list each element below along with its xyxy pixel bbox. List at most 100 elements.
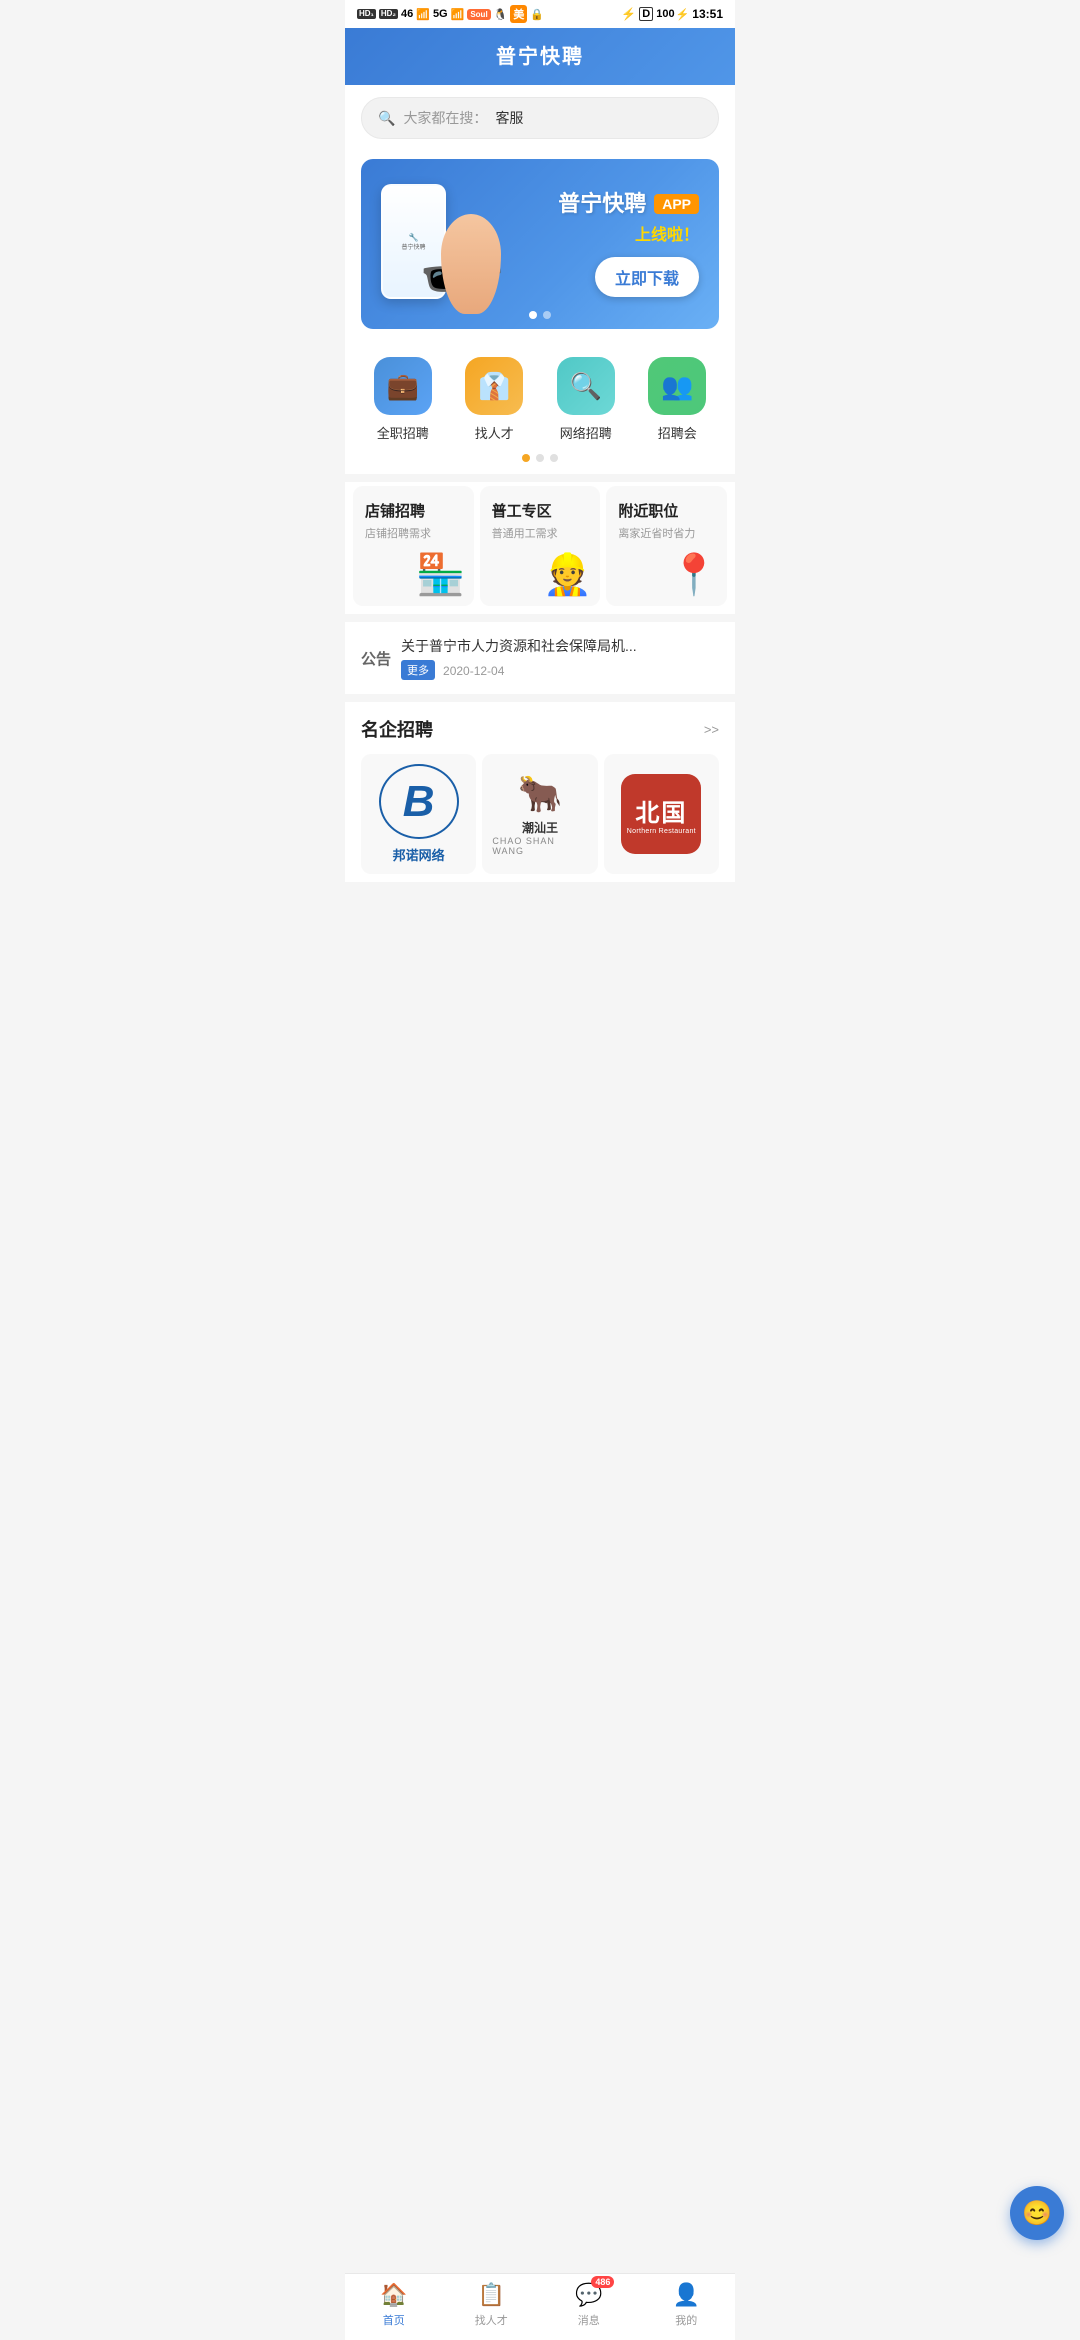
profile-icon: 👤 bbox=[673, 2282, 700, 2308]
chaoshanwang-pinyin: CHAO SHAN WANG bbox=[492, 836, 587, 856]
search-icon: 🔍 bbox=[378, 110, 395, 127]
floating-chat-button[interactable]: 😊 bbox=[1010, 2186, 1064, 2240]
worker-icon: 👷 bbox=[543, 551, 593, 598]
fair-icon: 👥 bbox=[648, 357, 706, 415]
banner[interactable]: 🔧 普宁快聘 🕶️ 普宁快聘 APP 上线啦！ 立即下载 bbox=[361, 159, 719, 329]
message-label: 消息 bbox=[578, 2312, 600, 2328]
subcategory-grid: 店铺招聘 店铺招聘需求 🏪 普工专区 普通用工需求 👷 附近职位 离家近省时省力… bbox=[353, 486, 727, 606]
category-fair[interactable]: 👥 招聘会 bbox=[636, 357, 720, 442]
notice-more-tag[interactable]: 更多 bbox=[401, 660, 435, 680]
subcategory-section: 店铺招聘 店铺招聘需求 🏪 普工专区 普通用工需求 👷 附近职位 离家近省时省力… bbox=[345, 482, 735, 614]
subcategory-worker[interactable]: 普工专区 普通用工需求 👷 bbox=[480, 486, 601, 606]
category-online[interactable]: 🔍 网络招聘 bbox=[544, 357, 628, 442]
subcategory-shop[interactable]: 店铺招聘 店铺招聘需求 🏪 bbox=[353, 486, 474, 606]
companies-title: 名企招聘 bbox=[361, 716, 433, 742]
talent-label: 找人才 bbox=[475, 423, 514, 442]
shop-icon: 🏪 bbox=[416, 551, 466, 598]
bull-emoji: 🐂 bbox=[518, 773, 563, 815]
profile-label: 我的 bbox=[675, 2312, 697, 2328]
battery-indicator: 100 ⚡ bbox=[656, 8, 689, 21]
online-icon: 🔍 bbox=[557, 357, 615, 415]
home-label: 首页 bbox=[383, 2312, 405, 2328]
status-bar: HD₁ HD₂ 46 📶 5G 📶 Soul 🐧 美 🔒 ⚡ D 100 ⚡ 1… bbox=[345, 0, 735, 28]
online-label: 网络招聘 bbox=[560, 423, 612, 442]
banner-dot-2[interactable] bbox=[543, 311, 551, 319]
bottom-navigation: 🏠 首页 📋 找人才 💬 486 消息 👤 我的 bbox=[345, 2273, 735, 2340]
chat-icon: 😊 bbox=[1022, 2199, 1052, 2228]
nfc-icon: D bbox=[639, 7, 653, 21]
beauty-icon: 美 bbox=[510, 5, 527, 23]
clock: 13:51 bbox=[692, 7, 723, 21]
app-title: 普宁快聘 bbox=[361, 40, 719, 69]
north-cn-text: 北国 bbox=[635, 793, 687, 828]
search-keyword: 客服 bbox=[495, 108, 523, 128]
company-chaoshanwang[interactable]: 🐂 潮汕王 CHAO SHAN WANG bbox=[482, 754, 597, 874]
notice-text: 关于普宁市人力资源和社会保障局机... bbox=[401, 636, 719, 656]
category-grid: 💼 全职招聘 👔 找人才 🔍 网络招聘 👥 招聘会 bbox=[361, 357, 719, 442]
nav-message[interactable]: 💬 486 消息 bbox=[559, 2282, 619, 2328]
group-icon: 👥 bbox=[661, 371, 693, 402]
nearby-title: 附近职位 bbox=[618, 500, 678, 521]
north-en-text: Northern Restaurant bbox=[627, 828, 696, 835]
shop-title: 店铺招聘 bbox=[365, 500, 425, 521]
banner-subtitle: 上线啦！ bbox=[521, 221, 699, 245]
search-bar[interactable]: 🔍 大家都在搜： 客服 bbox=[361, 97, 719, 139]
talent-nav-label: 找人才 bbox=[475, 2312, 508, 2328]
bangno-name: 邦诺网络 bbox=[393, 845, 445, 864]
magnify-icon: 🔍 bbox=[570, 371, 602, 402]
battery-symbol: ⚡ bbox=[676, 8, 690, 21]
banner-download-button[interactable]: 立即下载 bbox=[595, 257, 699, 297]
companies-more-btn[interactable]: >> bbox=[704, 722, 719, 737]
message-badge: 486 bbox=[591, 2276, 614, 2288]
cat-dot-2[interactable] bbox=[536, 454, 544, 462]
banner-dot-1[interactable] bbox=[529, 311, 537, 319]
fair-label: 招聘会 bbox=[658, 423, 697, 442]
banner-left: 🔧 普宁快聘 🕶️ bbox=[381, 174, 501, 314]
app-header: 普宁快聘 bbox=[345, 28, 735, 85]
companies-header: 名企招聘 >> bbox=[361, 716, 719, 742]
battery-level: 100 bbox=[656, 8, 674, 20]
nav-profile[interactable]: 👤 我的 bbox=[656, 2282, 716, 2328]
category-fulltime[interactable]: 💼 全职招聘 bbox=[361, 357, 445, 442]
company-north[interactable]: 北国 Northern Restaurant bbox=[604, 754, 719, 874]
fulltime-label: 全职招聘 bbox=[377, 423, 429, 442]
cat-dot-1[interactable] bbox=[522, 454, 530, 462]
network-5g: 5G bbox=[433, 8, 448, 20]
briefcase-icon: 💼 bbox=[387, 371, 419, 402]
category-pagination bbox=[361, 442, 719, 466]
soul-badge: Soul bbox=[467, 9, 490, 20]
banner-pagination bbox=[529, 311, 551, 319]
banner-app-name: 普宁快聘 bbox=[558, 191, 646, 217]
notice-date: 2020-12-04 bbox=[443, 664, 504, 678]
talent-nav-icon: 📋 bbox=[478, 2282, 505, 2308]
notice-tag: 公告 bbox=[361, 648, 391, 669]
notice-content[interactable]: 关于普宁市人力资源和社会保障局机... 更多 2020-12-04 bbox=[401, 636, 719, 680]
status-right: ⚡ D 100 ⚡ 13:51 bbox=[621, 7, 723, 21]
signal-bars: 📶 bbox=[416, 8, 430, 21]
network-4g: 46 bbox=[401, 8, 413, 20]
nav-home[interactable]: 🏠 首页 bbox=[364, 2282, 424, 2328]
hd1-badge: HD₁ bbox=[357, 9, 376, 19]
talent-icon: 👔 bbox=[465, 357, 523, 415]
signal-bars2: 📶 bbox=[451, 8, 465, 21]
nav-talent[interactable]: 📋 找人才 bbox=[461, 2282, 521, 2328]
banner-app-badge: APP bbox=[654, 194, 699, 214]
fulltime-icon: 💼 bbox=[374, 357, 432, 415]
home-icon: 🏠 bbox=[380, 2282, 407, 2308]
banner-section: 🔧 普宁快聘 🕶️ 普宁快聘 APP 上线啦！ 立即下载 bbox=[345, 151, 735, 337]
company-bangno[interactable]: B 邦诺网络 bbox=[361, 754, 476, 874]
search-section: 🔍 大家都在搜： 客服 bbox=[345, 85, 735, 151]
hd2-badge: HD₂ bbox=[379, 9, 398, 19]
status-left: HD₁ HD₂ 46 📶 5G 📶 Soul 🐧 美 🔒 bbox=[357, 5, 544, 23]
nearby-desc: 离家近省时省力 bbox=[618, 525, 695, 541]
nearby-icon: 📍 bbox=[669, 551, 719, 598]
tie-icon: 👔 bbox=[478, 371, 510, 402]
category-talent[interactable]: 👔 找人才 bbox=[453, 357, 537, 442]
banner-right: 普宁快聘 APP 上线啦！ 立即下载 bbox=[501, 191, 699, 297]
chaoshanwang-name: 潮汕王 bbox=[522, 819, 558, 836]
subcategory-nearby[interactable]: 附近职位 离家近省时省力 📍 bbox=[606, 486, 727, 606]
worker-desc: 普通用工需求 bbox=[492, 525, 558, 541]
cat-dot-3[interactable] bbox=[550, 454, 558, 462]
shop-desc: 店铺招聘需求 bbox=[365, 525, 431, 541]
bluetooth-icon: ⚡ bbox=[621, 7, 636, 21]
